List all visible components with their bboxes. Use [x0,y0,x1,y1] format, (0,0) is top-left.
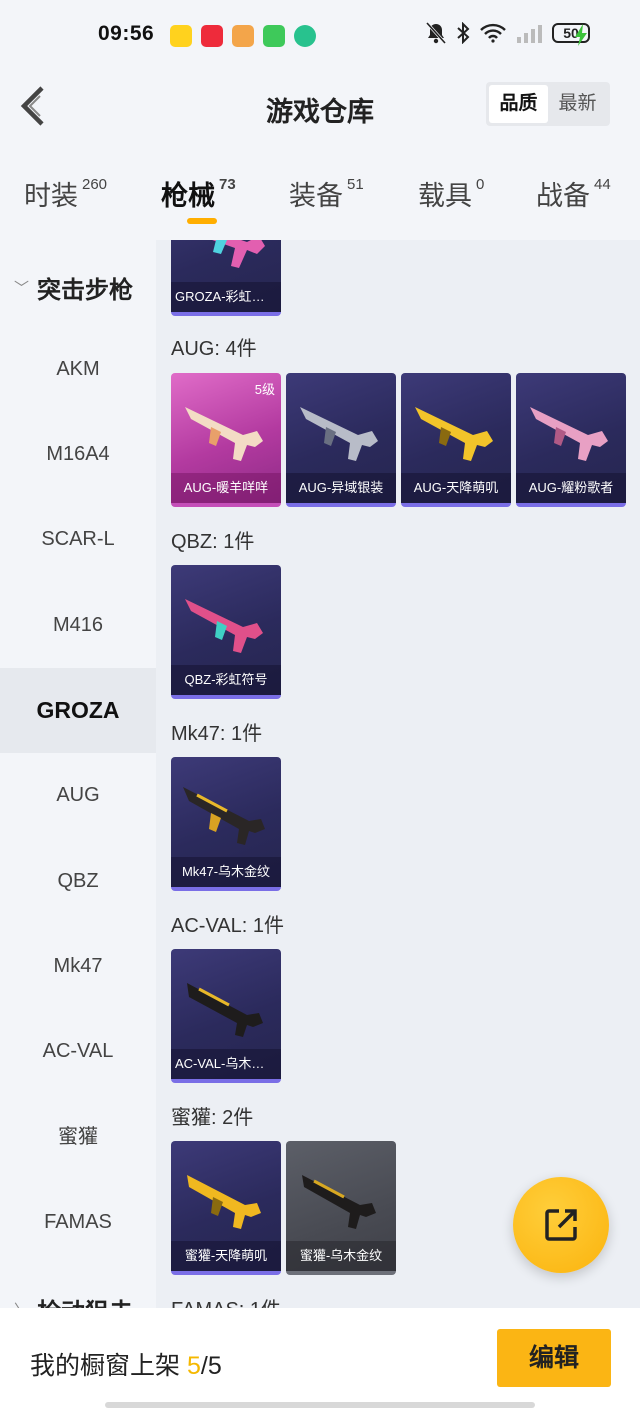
weapon-card[interactable]: AUG-异域银装 [286,373,396,507]
app-notification-icon [232,25,254,47]
active-tab-indicator [187,218,217,224]
sort-toggle: 品质 最新 [486,82,610,126]
rifle-skin-icon [212,240,265,268]
rifle-skin-icon [185,599,263,653]
tab-equipment[interactable]: 装备 51 [289,174,364,213]
tab-weapons[interactable]: 枪械 73 [161,174,236,213]
home-indicator[interactable] [105,1402,535,1408]
app-notification-icon [201,25,223,47]
rifle-skin-icon [300,407,378,461]
rifle-skin-icon [185,407,263,461]
header: 游戏仓库 品质 最新 [0,60,640,152]
rifle-skin-icon [187,983,263,1037]
rifle-skin-icon [183,787,265,845]
sidebar-item-m416[interactable]: M416 [0,583,156,668]
sidebar-item-mk47[interactable]: Mk47 [0,924,156,1009]
app-notification-icon [263,25,285,47]
weapon-card[interactable]: GROZA-彩虹符号 [171,240,281,316]
weapon-card[interactable]: QBZ-彩虹符号 [171,565,281,699]
section-title: FAMAS: 1件 [171,1293,281,1308]
sidebar-item-aug[interactable]: AUG [0,753,156,838]
weapon-sidebar: ﹀ 突击步枪 AKM M16A4 SCAR-L M416 GROZA AUG QB… [0,240,156,1308]
bluetooth-icon [457,22,470,44]
bottom-bar: 我的橱窗上架 5/5 编辑 [0,1308,640,1408]
charging-icon [575,24,587,46]
weapon-card[interactable]: Mk47-乌木金纹 [171,757,281,891]
status-time: 09:56 [98,22,155,45]
weapon-content: GROZA-彩虹符号 AUG: 4件 5级 AUG-暖羊咩咩 AUG-异域银装 … [156,240,640,1308]
sidebar-item-ac-val[interactable]: AC-VAL [0,1009,156,1094]
tab-supplies[interactable]: 战备 44 [536,174,611,213]
weapon-card[interactable]: AC-VAL-乌木金纹 [171,949,281,1083]
edit-button[interactable]: 编辑 [497,1329,611,1387]
share-external-icon [545,1209,577,1241]
mute-bell-icon [426,22,446,44]
status-icons: 50 [426,22,590,44]
rifle-skin-icon [302,1175,376,1229]
section-title: QBZ: 1件 [171,531,255,553]
sidebar-item-famas[interactable]: FAMAS [0,1180,156,1265]
tab-vehicles[interactable]: 载具 0 [418,174,484,213]
category-tabs: 时装 260 枪械 73 装备 51 载具 0 战备 44 [0,152,640,240]
chevron-right-icon: 〉 [14,1299,29,1308]
weapon-card[interactable]: 5级 AUG-暖羊咩咩 [171,373,281,507]
share-fab-button[interactable] [513,1177,609,1273]
showcase-status: 我的橱窗上架 5/5 [30,1352,222,1380]
sidebar-group-assault-rifles[interactable]: ﹀ 突击步枪 [14,270,133,305]
wifi-icon [480,23,506,43]
rifle-skin-icon [415,407,493,461]
rifle-skin-icon [187,1175,261,1229]
chevron-down-icon: ﹀ [14,280,30,297]
sidebar-group-bolt-snipers[interactable]: 〉栓动狙击 [14,1292,133,1308]
sidebar-item-qbz[interactable]: QBZ [0,839,156,924]
weapon-card[interactable]: AUG-耀粉歌者 [516,373,626,507]
weapon-card[interactable]: AUG-天降萌叽 [401,373,511,507]
section-title: AC-VAL: 1件 [171,915,284,937]
app-notification-icon [294,25,316,47]
sort-quality-button[interactable]: 品质 [489,85,548,123]
weapon-card[interactable]: 蜜獾-乌木金纹 [286,1141,396,1275]
sidebar-item-groza[interactable]: GROZA [0,668,156,753]
sort-newest-button[interactable]: 最新 [548,85,607,123]
sidebar-item-honey-badger[interactable]: 蜜獾 [0,1095,156,1180]
section-title: AUG: 4件 [171,338,257,360]
status-bar: 09:56 50 [0,0,640,60]
sidebar-item-akm[interactable]: AKM [0,327,156,412]
sidebar-item-scar-l[interactable]: SCAR-L [0,497,156,582]
weapon-card[interactable]: 蜜獾-天降萌叽 [171,1141,281,1275]
app-notification-icon [170,25,192,47]
section-title: Mk47: 1件 [171,723,263,745]
tab-fashion[interactable]: 时装 260 [24,174,107,213]
section-title: 蜜獾: 2件 [171,1107,254,1129]
rifle-skin-icon [530,407,608,461]
sidebar-item-m16a4[interactable]: M16A4 [0,412,156,497]
signal-icon [517,25,542,43]
